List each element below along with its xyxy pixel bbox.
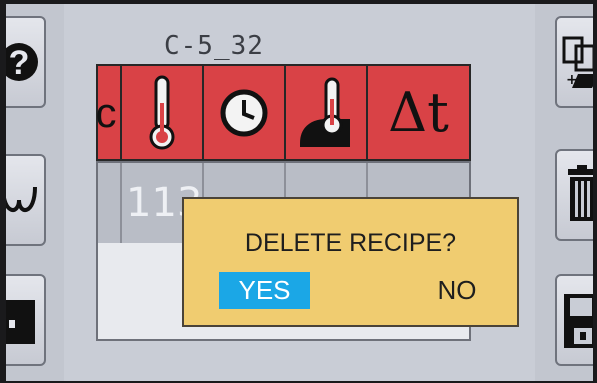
fan-cycle-icon bbox=[6, 186, 37, 212]
help-icon: ? bbox=[6, 43, 38, 82]
clock-icon bbox=[220, 89, 268, 136]
table-cell bbox=[98, 163, 122, 243]
header-cell-delta-t[interactable]: Δt bbox=[368, 66, 469, 159]
dialog-message: DELETE RECIPE? bbox=[244, 229, 457, 257]
left-toolbar: ? bbox=[6, 4, 64, 381]
help-button[interactable]: ? bbox=[6, 16, 46, 108]
recipe-name: C-5_32 bbox=[164, 31, 264, 61]
header-cell-core-probe[interactable] bbox=[286, 66, 368, 159]
delete-button[interactable] bbox=[555, 149, 593, 241]
trash-icon bbox=[568, 165, 593, 221]
recipe-header-row: c Δt bbox=[96, 64, 471, 161]
save-button[interactable] bbox=[555, 274, 593, 366]
copy-recipe-button[interactable]: + bbox=[555, 16, 593, 108]
yes-button[interactable]: YES bbox=[219, 272, 310, 309]
delete-confirm-dialog: DELETE RECIPE? YES NO bbox=[182, 197, 519, 327]
fan-cycle-button[interactable] bbox=[6, 154, 46, 246]
copy-recipe-icon: + bbox=[562, 36, 593, 88]
no-button[interactable]: NO bbox=[422, 272, 492, 309]
save-icon bbox=[564, 294, 593, 348]
right-toolbar: + bbox=[535, 4, 593, 381]
header-cell-partial: c bbox=[95, 66, 122, 159]
thermometer-icon bbox=[149, 75, 175, 149]
core-probe-icon bbox=[300, 77, 350, 147]
header-partial-label: c bbox=[95, 88, 117, 136]
header-cell-time[interactable] bbox=[204, 66, 286, 159]
header-cell-temperature[interactable] bbox=[122, 66, 204, 159]
oven-icon bbox=[6, 300, 35, 344]
oven-button[interactable] bbox=[6, 274, 46, 366]
delta-t-icon: Δt bbox=[388, 81, 449, 144]
svg-text:?: ? bbox=[9, 44, 30, 82]
device-screen: ? + C-5_32 c Δt 113 DELETE RECIPE? YES N… bbox=[6, 4, 593, 381]
